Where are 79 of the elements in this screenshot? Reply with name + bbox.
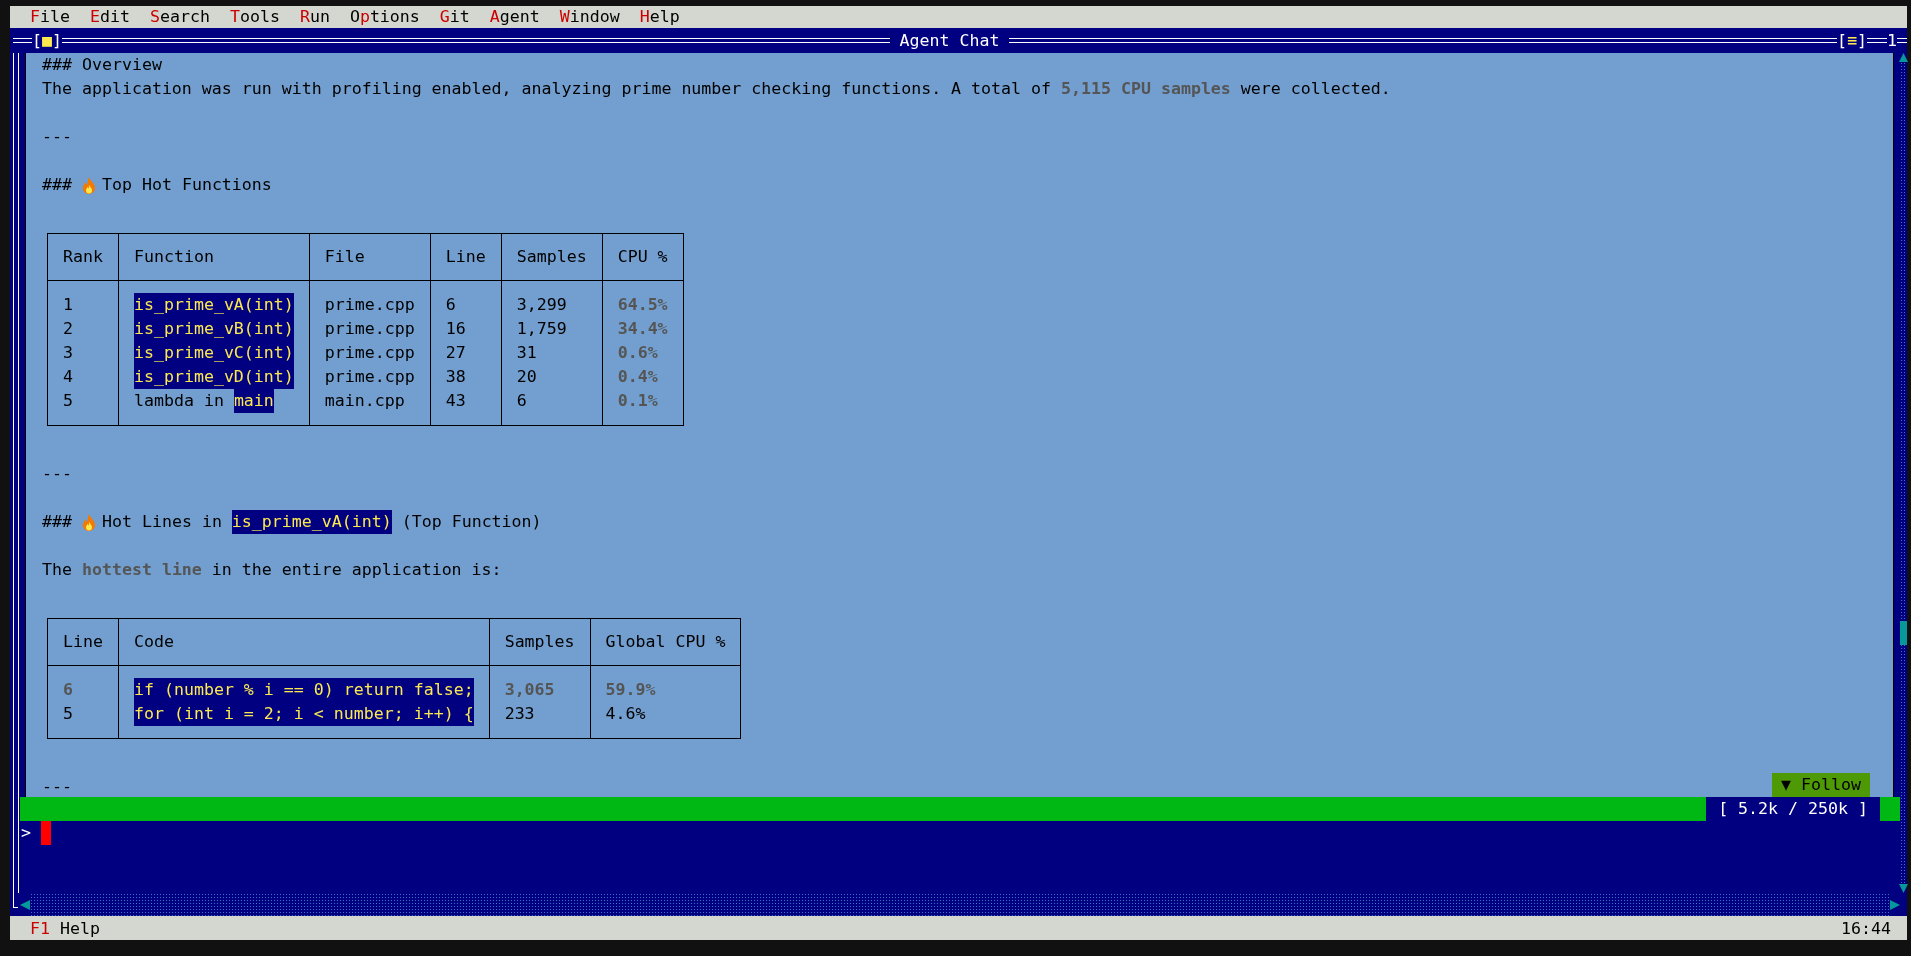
column-header: File xyxy=(309,233,431,281)
table-cell: 64.5% xyxy=(602,280,684,317)
follow-button[interactable]: ▼ Follow xyxy=(1772,773,1870,797)
menu-item[interactable]: Edit xyxy=(80,6,140,28)
heading-marker: ### xyxy=(42,511,72,533)
heading-text: Top Hot Functions xyxy=(102,174,272,196)
horizontal-rule: --- xyxy=(42,776,72,797)
table-cell: prime.cpp xyxy=(309,280,431,317)
menu-item[interactable]: Help xyxy=(629,6,690,28)
heading-text: Overview xyxy=(82,54,162,76)
scrollbar-thumb[interactable] xyxy=(1900,620,1907,645)
fire-icon xyxy=(82,176,96,194)
prompt-symbol: > xyxy=(20,822,32,844)
close-button[interactable]: [■] xyxy=(32,30,62,51)
menu-item[interactable]: Run xyxy=(289,6,340,28)
table-cell: 27 xyxy=(430,341,502,365)
table-cell: main.cpp xyxy=(309,389,431,426)
table-cell: 0.1% xyxy=(602,389,684,426)
table-cell: 4.6% xyxy=(590,702,741,739)
table-cell: 5 xyxy=(47,389,119,426)
heading-marker: ### xyxy=(42,174,72,196)
column-header: Samples xyxy=(501,233,603,281)
menu-item[interactable]: Tools xyxy=(219,6,290,28)
paragraph: The hottest line in the entire application is: xyxy=(42,559,502,581)
menu-button[interactable]: [≡] xyxy=(1837,30,1867,51)
table-cell: 1,759 xyxy=(501,317,603,341)
table-cell: 43 xyxy=(430,389,502,426)
table-cell: 1 xyxy=(47,280,119,317)
table-cell: 38 xyxy=(430,365,502,389)
menu-item[interactable]: Search xyxy=(139,6,220,28)
table-cell: 3,065 xyxy=(489,665,591,702)
horizontal-scrollbar[interactable] xyxy=(30,893,1890,916)
heading-text: Hot Lines in is_prime_vA(int) (Top Function) xyxy=(102,510,542,534)
column-header: Line xyxy=(430,233,502,281)
horizontal-rule: --- xyxy=(42,126,72,148)
table-cell: 34.4% xyxy=(602,317,684,341)
token-counter: [ 5.2k / 250k ] xyxy=(1706,797,1880,821)
heading-marker: ### xyxy=(42,54,72,76)
table-cell: 0.6% xyxy=(602,341,684,365)
column-header: Function xyxy=(118,233,310,281)
text-cursor xyxy=(41,821,51,845)
scroll-down-icon[interactable] xyxy=(1899,884,1908,893)
table-cell: 5 xyxy=(47,702,119,739)
table-cell: 31 xyxy=(501,341,603,365)
table-cell: 2 xyxy=(47,317,119,341)
column-header: Rank xyxy=(47,233,119,281)
table-cell: 6 xyxy=(501,389,603,426)
help-button[interactable]: F1 Help xyxy=(30,918,100,938)
table-cell: 0.4% xyxy=(602,365,684,389)
column-header: Samples xyxy=(489,618,591,666)
table-cell: 3,299 xyxy=(501,280,603,317)
menu-item[interactable]: File xyxy=(20,6,80,28)
window-title: Agent Chat xyxy=(898,30,1001,51)
table-cell: 59.9% xyxy=(590,665,741,702)
horizontal-rule: --- xyxy=(42,463,72,485)
column-header: Line xyxy=(47,618,119,666)
table-cell: prime.cpp xyxy=(309,365,431,389)
menu-item[interactable]: Options xyxy=(339,6,430,28)
scroll-up-icon[interactable] xyxy=(1899,53,1908,62)
table-cell: 6 xyxy=(47,665,119,702)
table-cell: 3 xyxy=(47,341,119,365)
menu-item[interactable]: Git xyxy=(429,6,480,28)
column-header: Code xyxy=(118,618,490,666)
menu-item[interactable]: Agent xyxy=(479,6,550,28)
window-number: 1 xyxy=(1887,30,1897,51)
table-cell: 6 xyxy=(430,280,502,317)
table-cell: 4 xyxy=(47,365,119,389)
table-cell: 233 xyxy=(489,702,591,739)
fire-icon xyxy=(82,513,96,531)
table-cell: lambda in main xyxy=(118,389,310,426)
table-cell: 20 xyxy=(501,365,603,389)
column-header: Global CPU % xyxy=(590,618,741,666)
table-cell: prime.cpp xyxy=(309,341,431,365)
table-cell: 16 xyxy=(430,317,502,341)
clock: 16:44 xyxy=(1841,918,1891,938)
table-cell: prime.cpp xyxy=(309,317,431,341)
column-header: CPU % xyxy=(602,233,684,281)
paragraph: The application was run with profiling enabled, analyzing prime number checking functions. A total of 5,115 CPU samples were collected. xyxy=(42,78,1391,100)
menu-item[interactable]: Window xyxy=(549,6,630,28)
